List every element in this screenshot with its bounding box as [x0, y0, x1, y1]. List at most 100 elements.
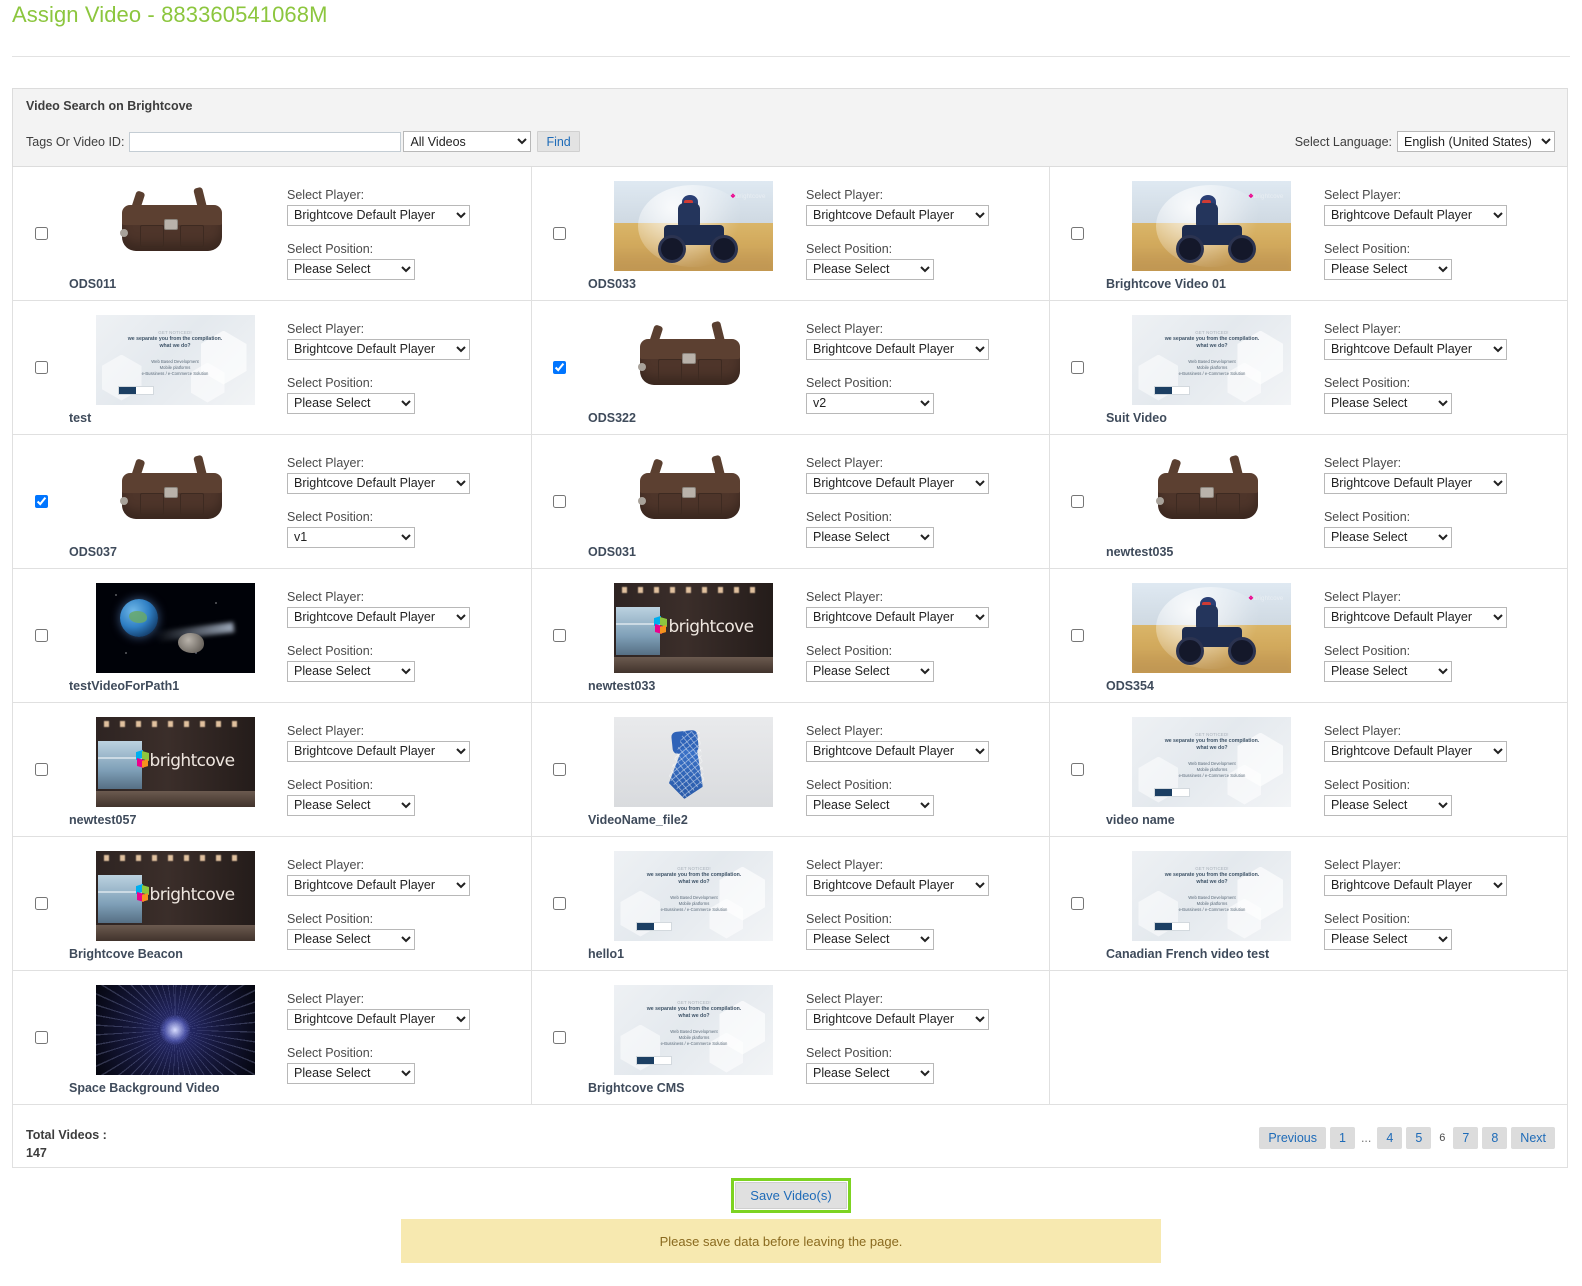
select-player-dropdown[interactable]: Brightcove Default Player	[287, 338, 470, 360]
video-select-checkbox[interactable]	[553, 763, 567, 776]
select-position-dropdown[interactable]: Please Selectv1v2	[287, 526, 415, 548]
select-player-dropdown[interactable]: Brightcove Default Player	[805, 204, 989, 226]
thumbnail-art-bag	[614, 448, 774, 539]
video-select-checkbox-wrapper	[532, 227, 588, 240]
total-videos-label: Total Videos :	[26, 1128, 107, 1142]
video-select-checkbox[interactable]	[34, 629, 48, 642]
select-position-dropdown[interactable]: Please Selectv1v2	[287, 794, 415, 816]
select-player-dropdown[interactable]: Brightcove Default Player	[805, 472, 989, 494]
select-position-dropdown[interactable]: Please Selectv1v2	[1323, 392, 1452, 414]
video-select-checkbox[interactable]	[1071, 763, 1085, 776]
select-player-dropdown[interactable]: Brightcove Default Player	[287, 606, 470, 628]
video-thumbnail-wrapper: GET NOTICED! we separate you from the com…	[588, 975, 800, 1101]
select-player-dropdown[interactable]: Brightcove Default Player	[1323, 606, 1507, 628]
select-position-dropdown[interactable]: Please Selectv1v2	[1323, 526, 1452, 548]
video-thumbnail: ❖brightcove	[614, 180, 774, 271]
video-name-label: ODS033	[587, 276, 636, 291]
select-position-label: Select Position:	[1323, 241, 1411, 256]
select-player-dropdown[interactable]: Brightcove Default Player	[805, 1008, 989, 1030]
tags-or-video-id-input[interactable]	[129, 131, 402, 152]
video-select-checkbox[interactable]	[34, 495, 48, 508]
video-thumbnail	[614, 448, 774, 539]
select-player-label: Select Player:	[287, 723, 365, 738]
select-position-dropdown[interactable]: Please Selectv1v2	[805, 928, 934, 950]
video-thumbnail	[614, 716, 774, 807]
select-position-dropdown[interactable]: Please Selectv1v2	[805, 660, 934, 682]
video-name-label: Brightcove Beacon	[69, 946, 183, 961]
select-position-dropdown[interactable]: Please Selectv1v2	[1323, 660, 1452, 682]
video-select-checkbox[interactable]	[1071, 897, 1085, 910]
select-player-dropdown[interactable]: Brightcove Default Player	[287, 740, 470, 762]
find-button[interactable]: Find	[537, 131, 580, 152]
video-select-checkbox[interactable]	[553, 897, 567, 910]
select-player-dropdown[interactable]: Brightcove Default Player	[1323, 874, 1507, 896]
video-select-checkbox-wrapper	[13, 629, 69, 642]
save-videos-button[interactable]: Save Video(s)	[735, 1182, 847, 1209]
select-player-label: Select Player:	[1323, 187, 1402, 202]
select-position-dropdown[interactable]: Please Selectv1v2	[287, 928, 415, 950]
select-player-dropdown[interactable]: Brightcove Default Player	[805, 740, 989, 762]
select-language-select[interactable]: English (United States)	[1397, 131, 1555, 152]
select-player-label: Select Player:	[805, 589, 884, 604]
select-position-label: Select Position:	[1323, 375, 1411, 390]
select-position-dropdown[interactable]: Please Selectv1v2	[1323, 928, 1452, 950]
pagination-previous[interactable]: Previous	[1259, 1127, 1326, 1149]
video-select-checkbox[interactable]	[553, 495, 567, 508]
select-position-dropdown[interactable]: Please Selectv1v2	[805, 1062, 934, 1084]
pagination-page-8[interactable]: 8	[1482, 1127, 1508, 1149]
select-player-dropdown[interactable]: Brightcove Default Player	[287, 204, 470, 226]
video-select-checkbox-wrapper	[13, 897, 69, 910]
select-player-dropdown[interactable]: Brightcove Default Player	[1323, 338, 1507, 360]
pagination-page-1[interactable]: 1	[1329, 1127, 1355, 1149]
video-select-checkbox[interactable]	[34, 1031, 48, 1044]
select-position-dropdown[interactable]: Please Selectv1v2	[287, 1062, 415, 1084]
video-select-checkbox[interactable]	[1071, 495, 1085, 508]
select-position-dropdown[interactable]: Please Selectv1v2	[805, 526, 934, 548]
pagination-page-7[interactable]: 7	[1453, 1127, 1479, 1149]
video-cell: brightcove Brightcove Beacon Select Player…	[13, 837, 531, 970]
pagination-next[interactable]: Next	[1511, 1127, 1555, 1149]
pagination-page-5[interactable]: 5	[1406, 1127, 1432, 1149]
select-player-dropdown[interactable]: Brightcove Default Player	[287, 874, 470, 896]
pagination-page-6[interactable]: 6	[1435, 1127, 1449, 1149]
video-select-checkbox[interactable]	[34, 227, 48, 240]
select-position-dropdown[interactable]: Please Selectv1v2	[1323, 794, 1452, 816]
select-position-dropdown[interactable]: Please Selectv1v2	[287, 392, 415, 414]
video-controls: Select Player: Brightcove Default Player S…	[281, 322, 531, 414]
select-player-dropdown[interactable]: Brightcove Default Player	[1323, 204, 1507, 226]
pagination-page-4[interactable]: 4	[1377, 1127, 1403, 1149]
video-select-checkbox[interactable]	[553, 227, 567, 240]
select-position-dropdown[interactable]: Please Selectv1v2	[287, 258, 415, 280]
select-position-dropdown[interactable]: Please Selectv1v2	[1323, 258, 1452, 280]
select-player-dropdown[interactable]: Brightcove Default Player	[805, 874, 989, 896]
select-position-dropdown[interactable]: Please Selectv1v2	[805, 258, 934, 280]
select-player-dropdown[interactable]: Brightcove Default Player	[1323, 472, 1507, 494]
select-player-dropdown[interactable]: Brightcove Default Player	[1323, 740, 1507, 762]
select-position-dropdown[interactable]: Please Selectv1v2	[805, 392, 934, 414]
video-controls: Select Player: Brightcove Default Player S…	[800, 724, 1049, 816]
select-player-dropdown[interactable]: Brightcove Default Player	[805, 606, 989, 628]
select-position-label: Select Position:	[805, 911, 893, 926]
select-player-dropdown[interactable]: Brightcove Default Player	[287, 472, 470, 494]
select-position-dropdown[interactable]: Please Selectv1v2	[287, 660, 415, 682]
video-scope-select[interactable]: All Videos	[403, 131, 532, 152]
video-select-checkbox[interactable]	[553, 361, 567, 374]
video-select-checkbox[interactable]	[553, 629, 567, 642]
select-player-label: Select Player:	[805, 187, 884, 202]
video-select-checkbox[interactable]	[34, 763, 48, 776]
video-select-checkbox[interactable]	[1071, 629, 1085, 642]
select-player-dropdown[interactable]: Brightcove Default Player	[805, 338, 989, 360]
video-select-checkbox[interactable]	[1071, 227, 1085, 240]
select-player-label: Select Player:	[1323, 589, 1402, 604]
thumbnail-art-necktie	[614, 716, 774, 807]
video-select-checkbox[interactable]	[553, 1031, 567, 1044]
select-position-dropdown[interactable]: Please Selectv1v2	[805, 794, 934, 816]
video-grid-row: brightcove newtest057 Select Player: Bright…	[13, 702, 1567, 836]
total-videos: Total Videos : 147	[26, 1126, 107, 1162]
video-select-checkbox[interactable]	[34, 897, 48, 910]
video-select-checkbox[interactable]	[34, 361, 48, 374]
video-select-checkbox[interactable]	[1071, 361, 1085, 374]
select-player-dropdown[interactable]: Brightcove Default Player	[287, 1008, 470, 1030]
video-select-checkbox-wrapper	[532, 763, 588, 776]
thumbnail-art-corporate-slide: GET NOTICED! we separate you from the com…	[1132, 716, 1292, 807]
